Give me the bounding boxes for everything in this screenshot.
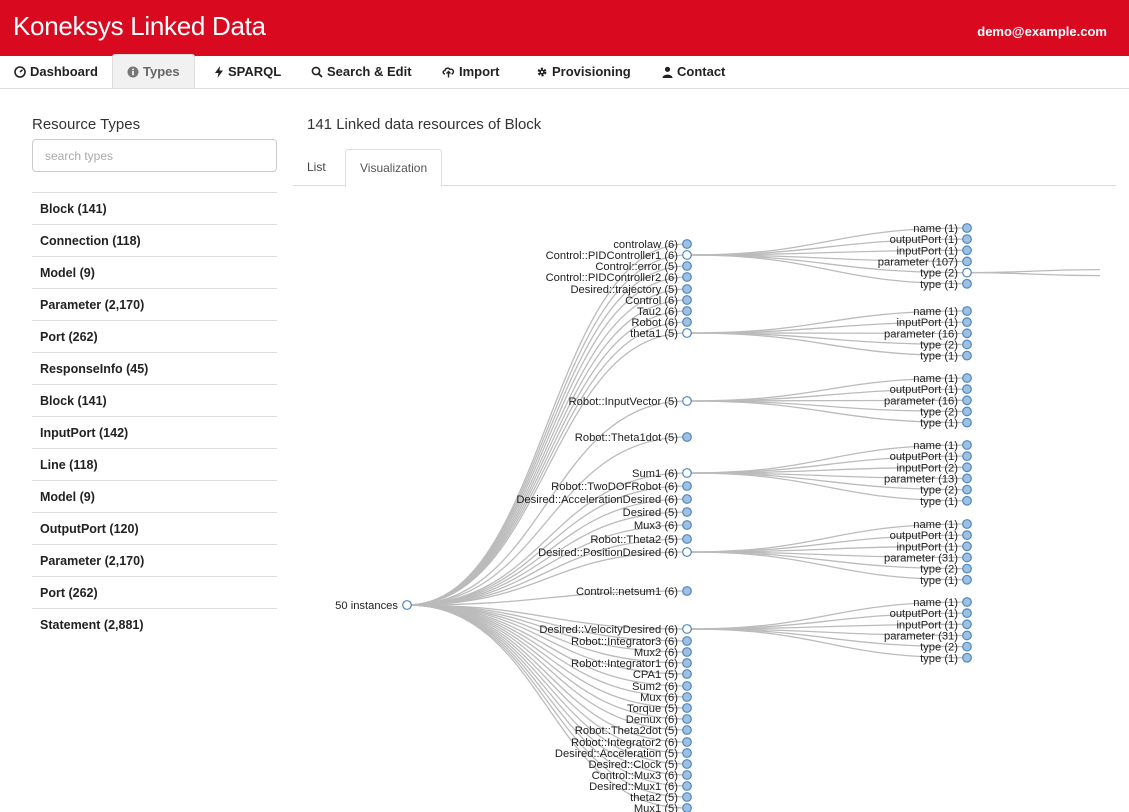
node-label: Desired::VelocityDesired (6) <box>539 624 678 636</box>
type-item-parameter[interactable]: Parameter (2,170) <box>32 544 277 576</box>
type-item-statement[interactable]: Statement (2,881) <box>32 608 277 640</box>
type-item-block[interactable]: Block (141) <box>32 192 277 224</box>
node-label: type (1) <box>920 575 958 587</box>
tree-child-node[interactable]: Sum1 (6) <box>632 468 692 480</box>
tree-leaf-node[interactable]: type (1) <box>920 496 972 508</box>
nav-tab-label: Import <box>459 64 500 79</box>
node-label: Sum1 (6) <box>632 468 678 480</box>
tree-leaf-node[interactable]: type (1) <box>920 279 972 291</box>
node-label: Desired::AccelerationDesired (6) <box>516 494 678 506</box>
node-label: Control::PIDController2 (6) <box>546 272 679 284</box>
tree-link <box>406 321 688 606</box>
dashboard-icon <box>14 66 26 78</box>
nav-tab-label: Dashboard <box>30 64 98 79</box>
tree-child-node[interactable]: Desired::PositionDesired (6) <box>538 547 692 559</box>
search-icon <box>311 66 323 78</box>
page-title: 141 Linked data resources of Block <box>307 116 542 133</box>
node-label: Desired::PositionDesired (6) <box>538 547 678 559</box>
nav-tab-label: Contact <box>677 64 726 79</box>
tree-child-node[interactable]: Robot::Theta1dot (5) <box>575 432 692 444</box>
tree-child-node[interactable]: Desired::AccelerationDesired (6) <box>516 494 692 506</box>
node-label: CPA1 (5) <box>633 669 678 681</box>
tab-visualization[interactable]: Visualization <box>345 149 443 187</box>
nav-tab-sparql[interactable]: SPARQL <box>200 56 295 88</box>
nav-tab-dashboard[interactable]: Dashboard <box>0 56 112 88</box>
tree-link <box>406 299 688 606</box>
tab-list[interactable]: List <box>293 149 340 186</box>
node-label: Mux1 (5) <box>634 803 678 812</box>
nav-tab-label: SPARQL <box>228 64 282 79</box>
node-label: Robot::Theta2 (5) <box>590 534 678 546</box>
main-nav: Dashboard Types SPARQL Search & Edit Imp… <box>0 54 1129 89</box>
tree-link <box>966 268 1101 274</box>
tree-nodes: controlaw (6)name (1)outputPort (1)input… <box>335 223 972 812</box>
tree-child-node[interactable]: Robot::Theta2dot (5) <box>575 725 692 737</box>
tree-leaf-node[interactable]: type (1) <box>920 575 972 587</box>
nav-tab-import[interactable]: Import <box>428 56 513 88</box>
tree-leaf-node[interactable]: type (1) <box>920 351 972 363</box>
tree-leaf-node[interactable]: type (1) <box>920 418 972 430</box>
node-label: Control::netsum1 (6) <box>576 586 678 598</box>
node-label: Mux3 (6) <box>634 520 678 532</box>
node-label: Robot::Theta1dot (5) <box>575 432 679 444</box>
type-item-port[interactable]: Port (262) <box>32 320 277 352</box>
tree-leaf-node[interactable]: type (1) <box>920 653 972 665</box>
node-label: type (1) <box>920 279 958 291</box>
type-item-inputport[interactable]: InputPort (142) <box>32 416 277 448</box>
type-item-line[interactable]: Line (118) <box>32 448 277 480</box>
type-item-connection[interactable]: Connection (118) <box>32 224 277 256</box>
user-icon <box>662 66 673 78</box>
tree-child-node[interactable]: Mux3 (6) <box>634 520 692 532</box>
type-item-port[interactable]: Port (262) <box>32 576 277 608</box>
tree-links <box>406 227 1101 809</box>
nav-tab-types[interactable]: Types <box>112 54 195 88</box>
nav-tab-provisioning[interactable]: Provisioning <box>522 56 645 88</box>
tree-link <box>406 310 688 606</box>
tree-child-node[interactable]: Control::PIDController2 (6) <box>546 272 692 284</box>
nav-tab-label: Search & Edit <box>327 64 412 79</box>
node-label: type (1) <box>920 653 958 665</box>
sidebar-title: Resource Types <box>32 116 141 133</box>
tree-child-node[interactable]: Robot::Theta2 (5) <box>590 534 692 546</box>
type-item-block[interactable]: Block (141) <box>32 384 277 416</box>
resource-type-list: Block (141) Connection (118) Model (9) P… <box>32 192 277 640</box>
tree-child-node[interactable]: Desired::VelocityDesired (6) <box>539 624 692 636</box>
top-header: Koneksys Linked Data demo@example.com <box>0 0 1129 56</box>
node-label: Robot::Theta2dot (5) <box>575 725 679 737</box>
type-item-parameter[interactable]: Parameter (2,170) <box>32 288 277 320</box>
app-brand[interactable]: Koneksys Linked Data <box>13 11 266 42</box>
search-types-input[interactable] <box>32 139 277 172</box>
view-tabs: List Visualization <box>293 149 1116 187</box>
info-icon <box>127 66 139 77</box>
type-item-model[interactable]: Model (9) <box>32 256 277 288</box>
tree-link <box>966 271 1101 277</box>
type-item-outputport[interactable]: OutputPort (120) <box>32 512 277 544</box>
type-item-responseinfo[interactable]: ResponseInfo (45) <box>32 352 277 384</box>
tree-child-node[interactable]: theta1 (5) <box>630 328 692 340</box>
nav-tab-label: Types <box>143 63 180 79</box>
node-label: 50 instances <box>335 600 398 612</box>
gear-icon <box>537 67 547 77</box>
node-label: Robot::TwoDOFRobot (6) <box>551 481 678 493</box>
tree-child-node[interactable]: Desired (5) <box>623 507 692 519</box>
cloud-upload-icon <box>442 67 455 78</box>
lightning-icon <box>215 66 223 78</box>
type-item-model[interactable]: Model (9) <box>32 480 277 512</box>
nav-tab-label: Provisioning <box>552 64 631 79</box>
node-label: type (1) <box>920 418 958 430</box>
node-label: type (1) <box>920 351 958 363</box>
node-label: Desired (5) <box>623 507 679 519</box>
tree-child-node[interactable]: Robot::TwoDOFRobot (6) <box>551 481 692 493</box>
nav-tab-search-edit[interactable]: Search & Edit <box>297 56 426 88</box>
node-label: theta1 (5) <box>630 328 678 340</box>
tree-child-node[interactable]: Robot::InputVector (5) <box>569 396 692 408</box>
tree-child-node[interactable]: Control::netsum1 (6) <box>576 586 692 598</box>
node-label: Robot::InputVector (5) <box>569 396 679 408</box>
tree-child-node[interactable]: Mux1 (5) <box>634 803 692 812</box>
nav-tab-contact[interactable]: Contact <box>648 56 739 88</box>
tree-root-node[interactable]: 50 instances <box>335 600 412 612</box>
user-email[interactable]: demo@example.com <box>977 24 1107 39</box>
tree-child-node[interactable]: CPA1 (5) <box>633 669 692 681</box>
node-label: type (1) <box>920 496 958 508</box>
